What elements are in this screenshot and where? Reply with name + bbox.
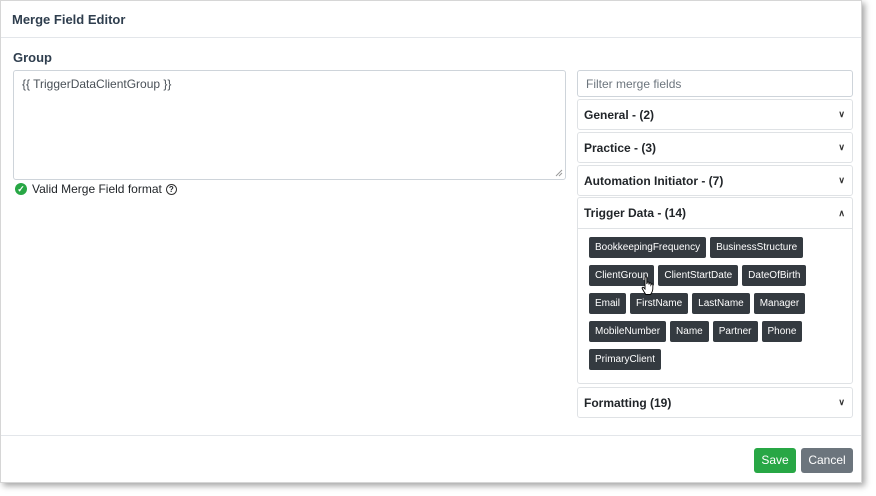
- resize-grip-icon[interactable]: [555, 169, 563, 177]
- merge-field-tag[interactable]: DateOfBirth: [742, 265, 807, 286]
- validation-text: Valid Merge Field format: [32, 182, 162, 196]
- merge-field-tag[interactable]: BusinessStructure: [710, 237, 804, 258]
- chevron-down-icon: ∨: [838, 175, 845, 185]
- accordion-title: Trigger Data - (14): [584, 206, 687, 220]
- accordion-practice[interactable]: Practice - (3) ∨: [577, 132, 853, 163]
- check-circle-icon: ✓: [15, 183, 27, 195]
- cancel-button[interactable]: Cancel: [801, 448, 853, 473]
- merge-field-tag[interactable]: MobileNumber: [589, 321, 667, 342]
- accordion-title: Automation Initiator - (7): [584, 173, 724, 188]
- chevron-down-icon: ∨: [838, 142, 845, 152]
- accordion-trigger-data[interactable]: Trigger Data - (14) ∧ BookkeepingFrequen…: [577, 197, 853, 384]
- accordion-title: General - (2): [584, 107, 655, 122]
- accordion-formatting[interactable]: Formatting (19) ∨: [577, 387, 853, 418]
- merge-field-tag[interactable]: FirstName: [630, 293, 689, 314]
- textarea-value: {{ TriggerDataClientGroup }}: [22, 77, 172, 91]
- chevron-down-icon: ∨: [838, 397, 845, 407]
- merge-field-textarea[interactable]: {{ TriggerDataClientGroup }}: [13, 70, 566, 180]
- merge-field-tag[interactable]: Email: [589, 293, 627, 314]
- dialog-footer: Save Cancel: [1, 435, 861, 484]
- accordion-general[interactable]: General - (2) ∨: [577, 99, 853, 130]
- merge-field-tag-list: BookkeepingFrequency BusinessStructure Cli…: [589, 237, 842, 377]
- group-label: Group: [13, 50, 52, 65]
- validation-status: ✓ Valid Merge Field format ?: [15, 182, 177, 196]
- merge-field-tag[interactable]: Phone: [761, 321, 803, 342]
- merge-field-tag[interactable]: PrimaryClient: [589, 349, 662, 370]
- dialog-header: Merge Field Editor: [1, 1, 861, 38]
- chevron-up-icon: ∧: [838, 207, 845, 218]
- hand-pointer-icon: [641, 276, 654, 295]
- filter-merge-fields-input[interactable]: [577, 70, 853, 97]
- accordion-header-formatting[interactable]: Formatting (19) ∨: [578, 388, 852, 417]
- accordion-header-practice[interactable]: Practice - (3) ∨: [578, 133, 852, 162]
- accordion-title: Practice - (3): [584, 140, 657, 155]
- dialog-title: Merge Field Editor: [12, 11, 126, 27]
- merge-field-tag[interactable]: BookkeepingFrequency: [589, 237, 707, 258]
- accordion-header-automation-initiator[interactable]: Automation Initiator - (7) ∨: [578, 166, 852, 195]
- accordion-automation-initiator[interactable]: Automation Initiator - (7) ∨: [577, 165, 853, 196]
- help-icon[interactable]: ?: [165, 183, 177, 195]
- merge-field-tag[interactable]: Name: [670, 321, 709, 342]
- chevron-down-icon: ∨: [838, 109, 845, 119]
- accordion-title: Formatting (19): [584, 395, 672, 410]
- merge-field-editor-dialog: Merge Field Editor Group {{ TriggerDataC…: [0, 0, 862, 483]
- merge-field-tag[interactable]: Manager: [753, 293, 806, 314]
- accordion-header-general[interactable]: General - (2) ∨: [578, 100, 852, 129]
- accordion-header-trigger-data[interactable]: Trigger Data - (14) ∧: [578, 198, 852, 228]
- save-button[interactable]: Save: [754, 448, 796, 473]
- merge-field-tag[interactable]: ClientStartDate: [658, 265, 739, 286]
- trigger-data-fields: BookkeepingFrequency BusinessStructure Cli…: [578, 228, 852, 383]
- merge-field-tag[interactable]: Partner: [712, 321, 758, 342]
- merge-field-tag[interactable]: LastName: [692, 293, 750, 314]
